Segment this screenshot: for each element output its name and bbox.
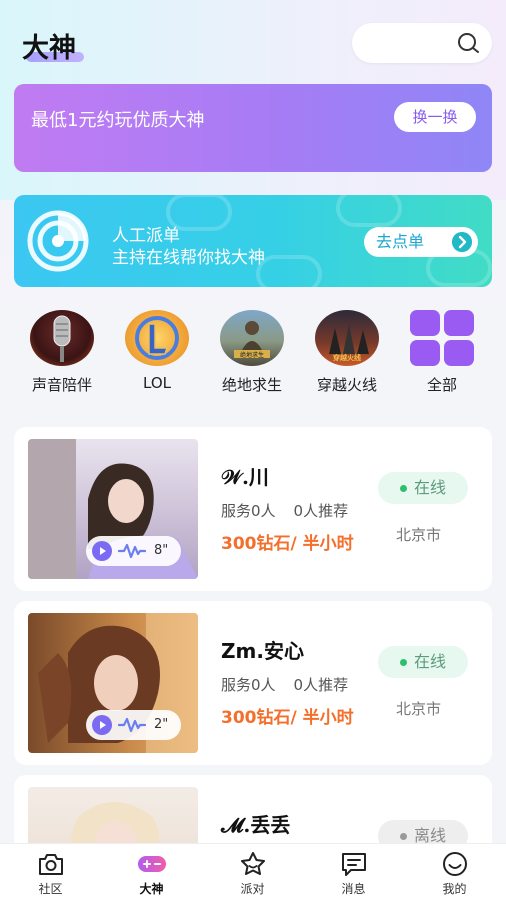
player-name: 𝒲.川 <box>221 465 269 489</box>
svg-text:绝地求生: 绝地求生 <box>240 351 264 359</box>
chevron-right-icon <box>452 232 472 252</box>
status-dot <box>400 659 407 666</box>
player-photo: 8" <box>28 439 198 579</box>
message-icon <box>342 853 366 876</box>
player-stats: 服务0人 0人推荐 <box>221 500 348 521</box>
swap-button[interactable]: 换一换 <box>394 102 476 132</box>
go-order-button[interactable]: 去点单 <box>364 227 478 257</box>
status-label: 在线 <box>414 652 447 671</box>
player-price: 300钻石/ 半小时 <box>221 534 354 554</box>
svg-text:穿越火线: 穿越火线 <box>333 353 361 362</box>
category-crossfire[interactable]: 穿越火线 穿越火线 <box>302 310 392 395</box>
player-photo: 2" <box>28 613 198 753</box>
waveform-icon <box>118 717 146 733</box>
status-dot <box>400 833 407 840</box>
lol-logo-icon <box>125 310 189 366</box>
status-dot <box>400 485 407 492</box>
dispatch-subtitle: 主持在线帮你找大神 <box>112 248 265 268</box>
service-count: 服务0人 <box>221 502 276 520</box>
promo-banner[interactable]: 最低1元约玩优质大神 换一换 <box>14 84 492 172</box>
category-row: 声音陪伴 LOL 绝地求生 绝地求生 穿越火线 穿越火线 全部 <box>0 300 506 400</box>
player-city: 北京市 <box>396 526 442 544</box>
recommend-count: 0人推荐 <box>293 502 349 520</box>
status-badge: 在线 <box>378 472 468 504</box>
tab-label: 社区 <box>38 882 63 896</box>
dispatch-banner[interactable]: 人工派单 主持在线帮你找大神 去点单 <box>14 195 492 287</box>
star-icon <box>241 852 265 875</box>
header: 大神 <box>0 0 506 84</box>
gamepad-icon <box>138 856 166 872</box>
category-all[interactable]: 全部 <box>397 310 487 395</box>
voice-duration: 2" <box>154 717 169 732</box>
player-card[interactable]: 8" 𝒲.川 服务0人 0人推荐 300钻石/ 半小时 在线 北京市 <box>14 427 492 591</box>
smile-icon <box>443 852 467 876</box>
player-price: 300钻石/ 半小时 <box>221 708 354 728</box>
player-card[interactable]: 2" Zm.安心 服务0人 0人推荐 300钻石/ 半小时 在线 北京市 <box>14 601 492 765</box>
recommend-count: 0人推荐 <box>293 676 349 694</box>
waveform-icon <box>118 543 146 559</box>
search-input[interactable] <box>352 23 492 63</box>
tab-label: 大神 <box>139 882 164 896</box>
search-icon[interactable] <box>456 31 480 55</box>
tab-gods[interactable]: 大神 <box>101 844 202 900</box>
tab-label: 派对 <box>240 882 265 896</box>
category-label: LOL <box>143 374 171 392</box>
promo-banner-text: 最低1元约玩优质大神 <box>31 110 205 131</box>
play-icon <box>92 715 112 735</box>
grid-icon <box>410 310 474 366</box>
go-order-label: 去点单 <box>376 232 425 251</box>
category-lol[interactable]: LOL <box>112 310 202 392</box>
tab-label: 我的 <box>442 882 467 896</box>
crossfire-icon: 穿越火线 <box>315 310 379 366</box>
category-label: 绝地求生 <box>221 376 282 394</box>
status-label: 在线 <box>414 478 447 497</box>
category-label: 穿越火线 <box>316 376 377 394</box>
player-stats: 服务0人 0人推荐 <box>221 674 348 695</box>
tab-profile[interactable]: 我的 <box>404 844 505 900</box>
category-label: 声音陪伴 <box>31 376 92 394</box>
status-badge: 在线 <box>378 646 468 678</box>
microphone-icon <box>30 310 94 366</box>
category-pubg[interactable]: 绝地求生 绝地求生 <box>207 310 297 395</box>
voice-intro-button[interactable]: 8" <box>86 536 181 566</box>
category-label: 全部 <box>426 376 457 394</box>
gamepad-pattern-icon <box>336 195 402 227</box>
player-name: 𝓜.丢丢 <box>221 813 291 837</box>
tab-messages[interactable]: 消息 <box>303 844 404 900</box>
player-city: 北京市 <box>396 700 442 718</box>
radar-icon <box>27 210 89 272</box>
bottom-tab-bar: 社区 大神 派对 消息 我的 <box>0 843 506 900</box>
voice-duration: 8" <box>154 543 169 558</box>
play-icon <box>92 541 112 561</box>
service-count: 服务0人 <box>221 676 276 694</box>
voice-intro-button[interactable]: 2" <box>86 710 181 740</box>
camera-icon <box>39 854 63 875</box>
pubg-icon: 绝地求生 <box>220 310 284 366</box>
tab-community[interactable]: 社区 <box>0 844 101 900</box>
tab-party[interactable]: 派对 <box>202 844 303 900</box>
category-voice[interactable]: 声音陪伴 <box>17 310 107 395</box>
player-name: Zm.安心 <box>221 639 304 663</box>
tab-label: 消息 <box>341 882 366 896</box>
page-title: 大神 <box>22 33 76 64</box>
